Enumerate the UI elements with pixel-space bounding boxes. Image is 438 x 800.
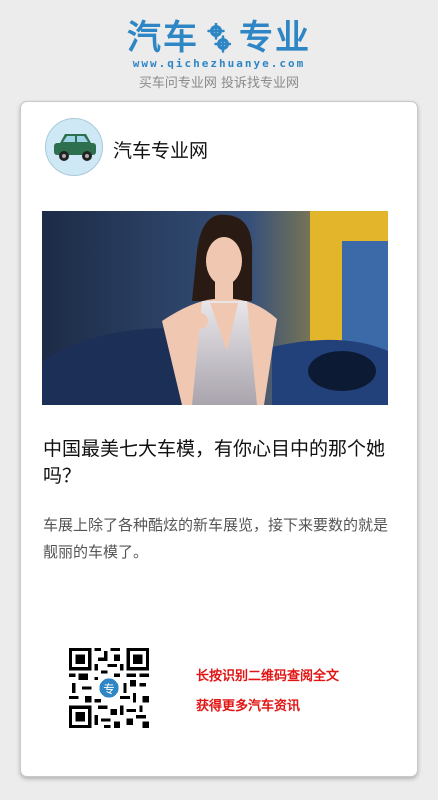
logo-text-left: 汽车 bbox=[127, 18, 199, 58]
svg-text:专: 专 bbox=[103, 682, 115, 696]
article-cover-image[interactable] bbox=[42, 211, 388, 405]
slogan: 买车问专业网 投诉找专业网 bbox=[138, 76, 300, 91]
cta-more-text: 获得更多汽车资讯 bbox=[196, 699, 301, 714]
cta-scan-text: 长按识别二维码查阅全文 bbox=[196, 669, 340, 684]
site-name[interactable]: 汽车专业网 bbox=[113, 136, 208, 163]
site-logo[interactable]: 汽车 专业 bbox=[0, 18, 438, 58]
article-summary: 车展上除了各种酷炫的新车展览，接下来要数的就是靓丽的车模了。 bbox=[43, 516, 389, 561]
logo-text-right: 专业 bbox=[239, 18, 311, 58]
site-url[interactable]: www.qichezhuanye.com bbox=[0, 57, 438, 70]
share-card: 汽车专业网 中国最美七大车模，有你心目中的那个她吗？ 车展上除了各种酷炫的新车展… bbox=[20, 101, 418, 777]
gear-icon bbox=[207, 22, 232, 53]
avatar[interactable] bbox=[45, 118, 103, 176]
qr-code-icon[interactable]: 专 bbox=[69, 648, 149, 728]
article-title[interactable]: 中国最美七大车模，有你心目中的那个她吗？ bbox=[43, 436, 399, 490]
header: 汽车 专业 www.qichezhuanye.com 买车问专业网 投诉找专业网 bbox=[0, 0, 438, 100]
car-icon bbox=[54, 134, 96, 161]
